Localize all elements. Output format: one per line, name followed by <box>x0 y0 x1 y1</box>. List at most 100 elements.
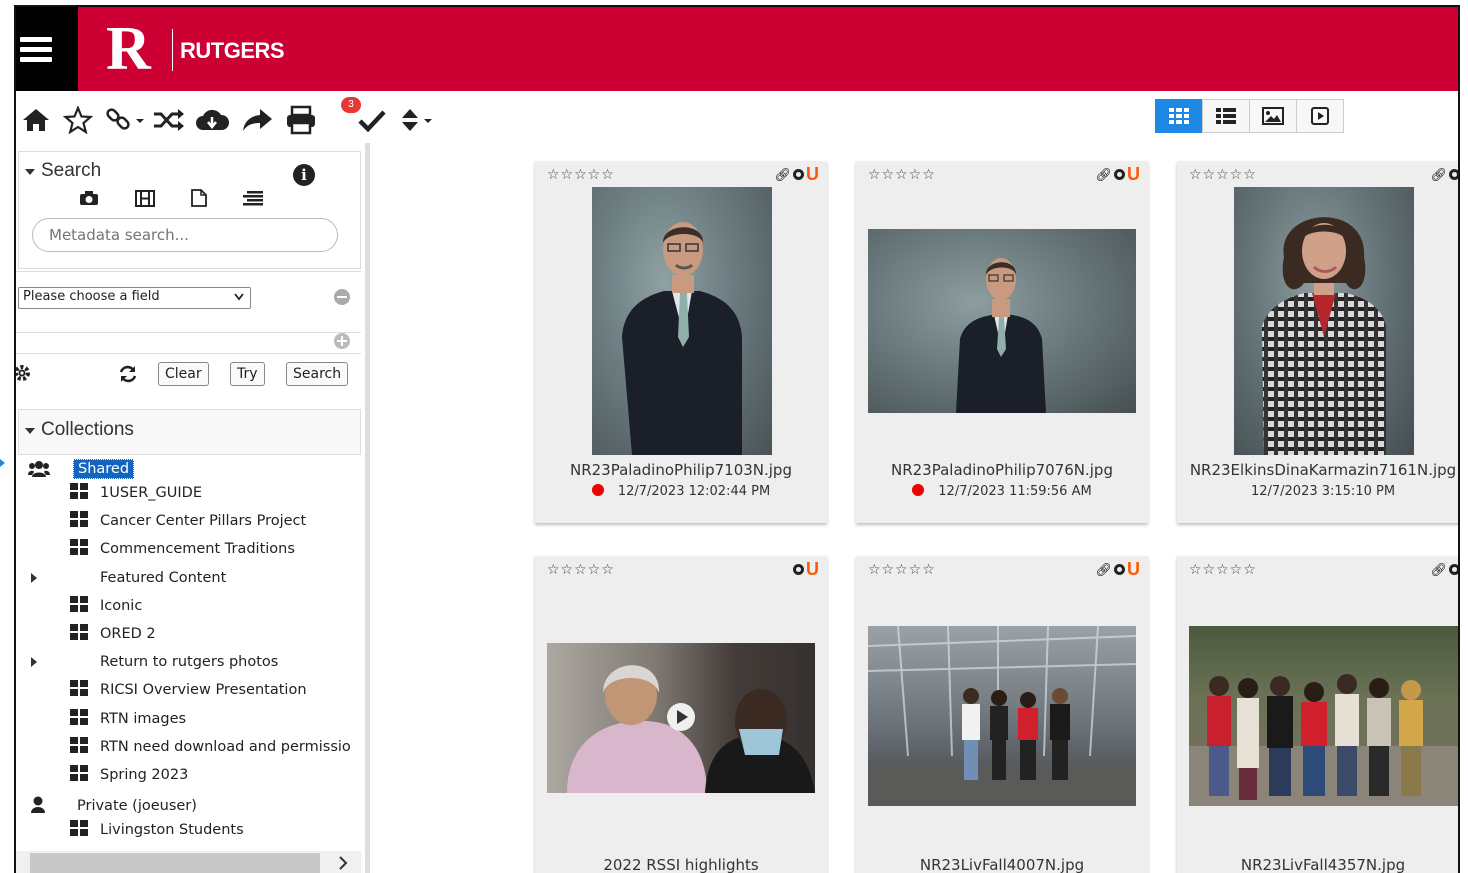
asset-filename[interactable]: NR23LivFall4357N.jpg <box>1177 856 1458 873</box>
camera-icon[interactable] <box>79 190 99 211</box>
share-icon[interactable] <box>240 105 274 135</box>
clear-button[interactable]: Clear <box>158 362 209 386</box>
collections-panel-header[interactable]: Collections <box>18 409 361 455</box>
home-icon[interactable] <box>20 105 52 135</box>
tree-item-shared[interactable]: Shared <box>16 457 361 481</box>
tree-item-collection[interactable]: Iconic <box>16 595 361 619</box>
field-select-value: Please choose a field <box>23 289 160 304</box>
asset-thumbnail[interactable] <box>868 626 1136 806</box>
asset-filename[interactable]: 2022 RSSI highlights <box>535 856 827 873</box>
tree-item-collection[interactable]: Commencement Traditions <box>16 538 361 562</box>
rating-stars[interactable]: ☆☆☆☆☆ <box>868 561 936 578</box>
cloud-download-icon[interactable] <box>194 105 230 135</box>
sidebar-horizontal-scrollbar[interactable] <box>16 851 361 873</box>
rating-stars[interactable]: ☆☆☆☆☆ <box>547 166 615 183</box>
collections-title: Collections <box>41 419 134 440</box>
caret-down-icon <box>25 427 35 434</box>
asset-card[interactable]: ☆☆☆☆☆ 🔗︎ U NR23LivFall4007N.jpg <box>856 556 1148 873</box>
sort-dropdown-icon[interactable] <box>398 105 434 135</box>
asset-card[interactable]: ☆☆☆☆☆ 🔗︎ U NR23ElkinsDinaKarmazin7 <box>1177 161 1458 523</box>
left-sidebar: Search i Please choose a field <box>16 151 361 873</box>
rutgers-logo-letter[interactable]: R <box>106 18 151 80</box>
menu-box <box>16 7 78 91</box>
document-icon[interactable] <box>191 189 207 212</box>
link-icon[interactable]: 🔗︎ <box>1430 562 1447 578</box>
list-view-button[interactable] <box>1202 99 1250 133</box>
link-icon[interactable]: 🔗︎ <box>1095 562 1112 578</box>
private-label: Private (joeuser) <box>77 798 197 814</box>
asset-card[interactable]: ☆☆☆☆☆ U 2022 RSSI highlights <box>535 556 827 873</box>
checkmark-icon[interactable] <box>356 105 388 135</box>
print-icon[interactable] <box>284 105 318 135</box>
tree-pointer-marker <box>0 459 5 467</box>
asset-filename[interactable]: NR23PaladinoPhilip7076N.jpg <box>856 461 1148 479</box>
top-header: R RUTGERS <box>16 7 1458 91</box>
search-panel-toggle[interactable]: Search <box>25 160 101 182</box>
grid-view-button[interactable] <box>1155 99 1203 133</box>
tree-item-collection[interactable]: Return to rutgers photos <box>16 651 361 675</box>
asset-card[interactable]: ☆☆☆☆☆ 🔗︎ U <box>1177 556 1458 873</box>
search-button[interactable]: Search <box>286 362 349 386</box>
film-icon[interactable] <box>135 190 155 212</box>
text-lines-icon[interactable] <box>243 191 263 211</box>
link-dropdown-icon[interactable] <box>104 105 146 135</box>
asset-filename[interactable]: NR23ElkinsDinaKarmazin7161N.jpg <box>1177 461 1458 479</box>
link-icon[interactable]: 🔗︎ <box>1430 167 1447 183</box>
play-icon[interactable] <box>667 703 695 731</box>
expand-arrow-icon[interactable] <box>31 572 37 583</box>
rating-stars[interactable]: ☆☆☆☆☆ <box>1189 561 1257 578</box>
asset-filename[interactable]: NR23PaladinoPhilip7103N.jpg <box>535 461 827 479</box>
card-status-icons: U <box>793 559 819 580</box>
rutgers-logo-wordmark[interactable]: RUTGERS <box>180 38 285 64</box>
scrollbar-thumb[interactable] <box>30 853 320 873</box>
asset-thumbnail[interactable] <box>592 187 772 455</box>
shared-label: Shared <box>73 459 135 479</box>
tree-item-collection[interactable]: RTN images <box>16 708 361 732</box>
tree-item-livingston-students[interactable]: Livingston Students <box>16 819 361 843</box>
circle-icon <box>793 564 804 575</box>
tree-item-collection[interactable]: Featured Content <box>16 567 361 591</box>
tree-item-collection[interactable]: 1USER_GUIDE <box>16 482 361 506</box>
info-icon[interactable]: i <box>293 164 315 186</box>
tree-item-collection[interactable]: RTN need download and permissio <box>16 736 361 760</box>
collection-grid-icon <box>70 483 88 499</box>
tree-item-collection[interactable]: Spring 2023 <box>16 764 361 788</box>
collection-label: 1USER_GUIDE <box>100 485 202 501</box>
refresh-icon[interactable] <box>118 364 138 389</box>
remove-field-icon[interactable] <box>334 289 350 305</box>
image-view-button[interactable] <box>1249 99 1297 133</box>
hamburger-menu-icon[interactable] <box>20 37 52 63</box>
asset-thumbnail[interactable] <box>1234 187 1414 455</box>
asset-filename[interactable]: NR23LivFall4007N.jpg <box>856 856 1148 873</box>
metadata-search-input[interactable] <box>32 218 338 252</box>
students-walking-image <box>868 626 1136 806</box>
tree-item-collection[interactable]: ORED 2 <box>16 623 361 647</box>
field-select-dropdown[interactable]: Please choose a field <box>18 287 251 309</box>
rating-stars[interactable]: ☆☆☆☆☆ <box>547 561 615 578</box>
tree-item-collection[interactable]: Cancer Center Pillars Project <box>16 510 361 534</box>
try-button[interactable]: Try <box>230 362 265 386</box>
asset-thumbnail[interactable] <box>1189 626 1458 806</box>
rating-stars[interactable]: ☆☆☆☆☆ <box>868 166 936 183</box>
asset-card[interactable]: ☆☆☆☆☆ 🔗︎ U NR23PaladinoPhilip7076N.jpg 1… <box>856 161 1148 523</box>
sidebar-divider[interactable] <box>365 143 370 873</box>
link-icon[interactable]: 🔗︎ <box>774 167 791 183</box>
rating-stars[interactable]: ☆☆☆☆☆ <box>1189 166 1257 183</box>
chevron-right-icon[interactable] <box>338 856 348 870</box>
tree-item-private[interactable]: Private (joeuser) <box>16 794 361 818</box>
portrait-woman-image <box>1262 217 1386 455</box>
slideshow-view-button[interactable] <box>1296 99 1344 133</box>
video-thumbnail[interactable] <box>547 643 815 793</box>
u-icon: U <box>1127 559 1140 579</box>
tree-item-collection[interactable]: RICSI Overview Presentation <box>16 679 361 703</box>
students-group-image <box>1189 674 1458 806</box>
star-icon[interactable] <box>62 105 94 135</box>
add-field-icon[interactable] <box>334 333 350 349</box>
asset-card[interactable]: ☆☆☆☆☆ 🔗︎ U NR23PaladinoPhilip7103N.jpg 1… <box>535 161 827 523</box>
settings-gear-icon[interactable] <box>16 364 32 387</box>
circle-icon <box>1114 564 1125 575</box>
link-icon[interactable]: 🔗︎ <box>1095 167 1112 183</box>
asset-thumbnail[interactable] <box>868 229 1136 413</box>
expand-arrow-icon[interactable] <box>31 657 37 668</box>
shuffle-icon[interactable] <box>152 105 186 135</box>
